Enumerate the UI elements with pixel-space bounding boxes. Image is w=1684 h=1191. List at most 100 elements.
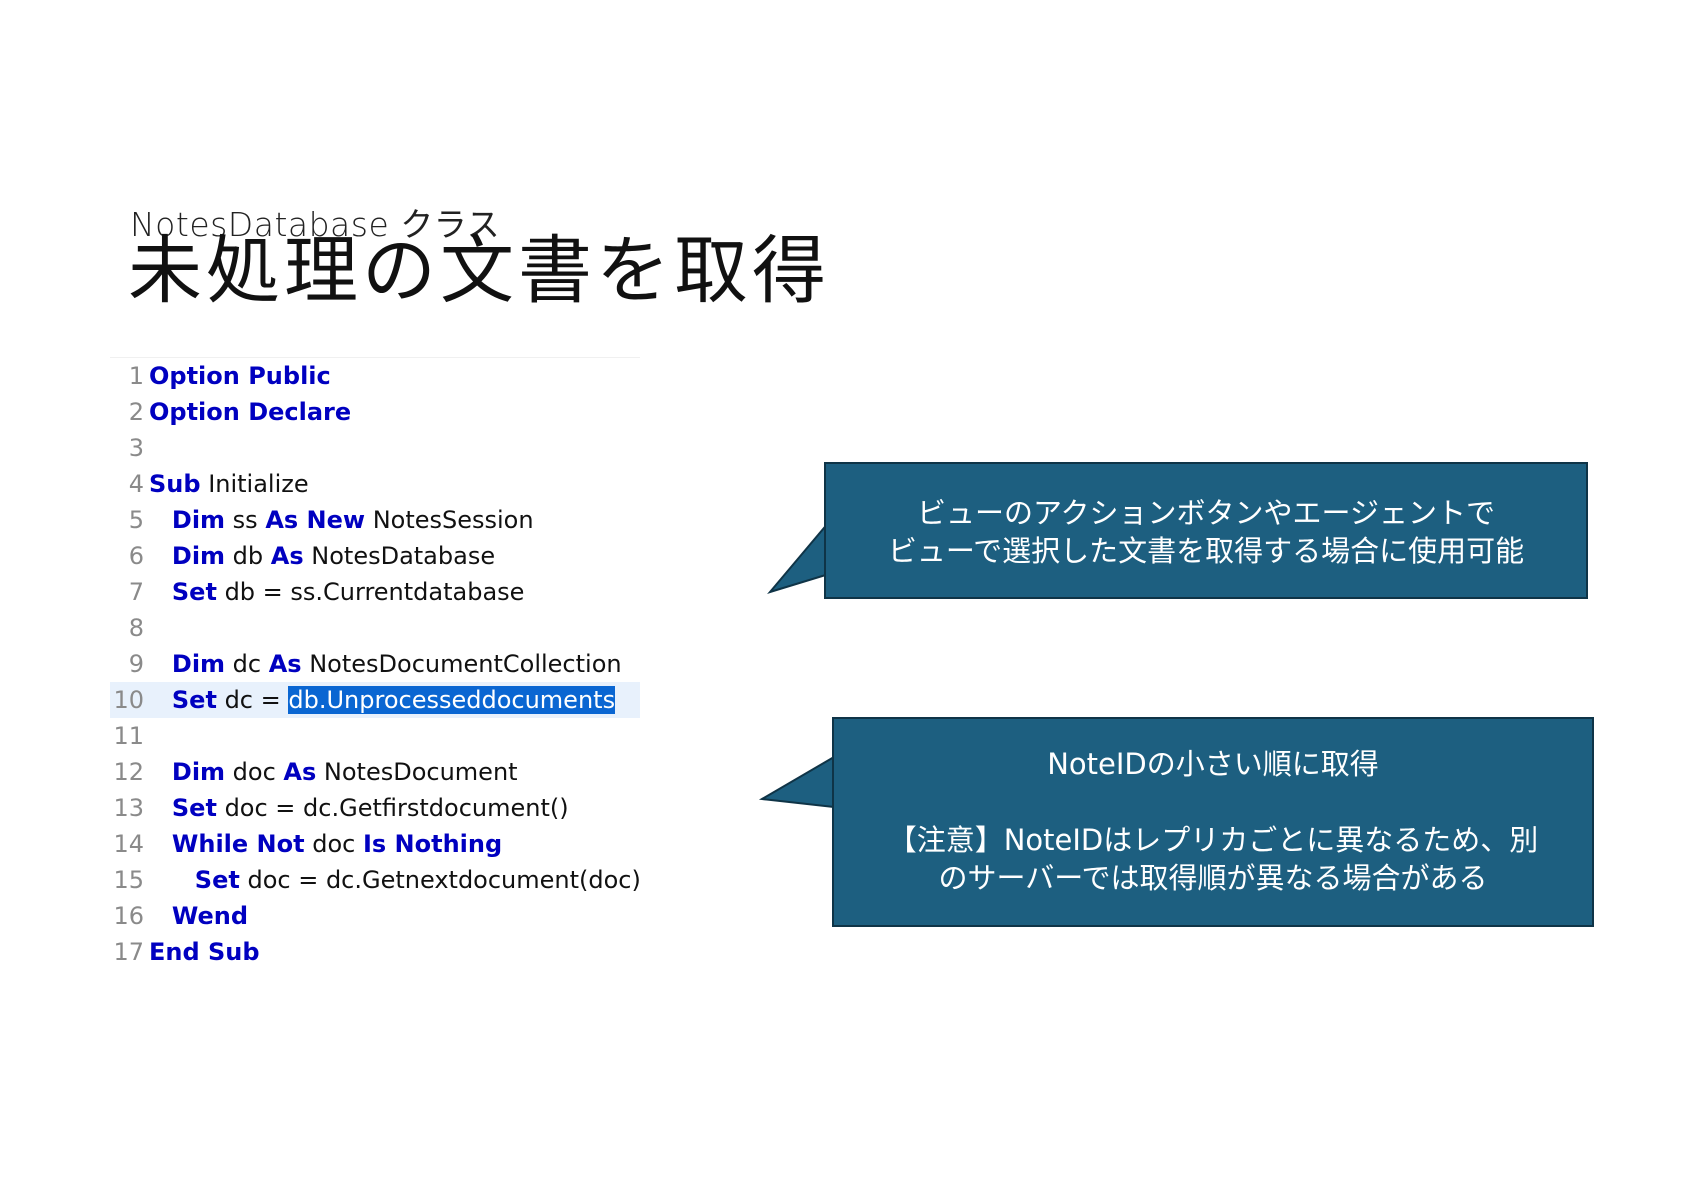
code-keyword: Is Nothing: [362, 830, 503, 858]
code-text[interactable]: Wend: [149, 898, 248, 934]
line-number: 12: [113, 758, 144, 786]
code-editor[interactable]: 1 Option Public 2 Option Declare 3 4 Sub Initi…: [110, 357, 641, 970]
code-keyword: As: [268, 650, 302, 678]
code-line[interactable]: 10 Set dc = db.Unprocesseddocuments: [110, 682, 640, 718]
code-text[interactable]: Dim doc As NotesDocument: [149, 754, 518, 790]
line-number: 2: [128, 398, 144, 426]
code-keyword: Set: [194, 866, 240, 894]
callout-box: ビューのアクションボタンやエージェントで ビューで選択した文書を取得する場合に使…: [824, 462, 1588, 599]
callout-pointer: [767, 519, 830, 594]
code-text[interactable]: Set doc = dc.Getfirstdocument(): [149, 790, 569, 826]
code-text[interactable]: Set dc = db.Unprocesseddocuments: [149, 682, 616, 718]
code-token: db: [225, 542, 271, 570]
line-number: 11: [113, 722, 144, 750]
code-line[interactable]: 2 Option Declare: [110, 394, 640, 430]
code-token: NotesDatabase: [303, 542, 496, 570]
code-line[interactable]: 14 While Not doc Is Nothing: [110, 826, 640, 862]
code-text[interactable]: Dim ss As New NotesSession: [149, 502, 534, 538]
code-text[interactable]: Set doc = dc.Getnextdocument(doc): [149, 862, 641, 898]
code-token: doc: [225, 758, 284, 786]
callout-text-line: ビューで選択した文書を取得する場合に使用可能: [887, 534, 1525, 568]
code-keyword: As New: [265, 506, 366, 534]
line-number: 10: [113, 686, 144, 714]
code-line[interactable]: 17 End Sub: [110, 934, 640, 970]
code-line[interactable]: 6 Dim db As NotesDatabase: [110, 538, 640, 574]
callout-box: NoteIDの小さい順に取得 【注意】NoteIDはレプリカごとに異なるため、別…: [832, 717, 1594, 927]
line-number: 4: [128, 470, 144, 498]
line-number: 5: [128, 506, 144, 534]
code-token: NotesDocumentCollection: [301, 650, 622, 678]
code-keyword: Set: [171, 578, 217, 606]
code-token: NotesDocument: [316, 758, 518, 786]
code-keyword: As: [270, 542, 304, 570]
code-text[interactable]: Dim dc As NotesDocumentCollection: [149, 646, 622, 682]
code-token: doc = dc.Getfirstdocument(): [216, 794, 569, 822]
code-token: ss: [225, 506, 266, 534]
code-keyword: Dim: [171, 506, 226, 534]
code-text[interactable]: End Sub: [149, 934, 260, 970]
code-token: dc: [225, 650, 269, 678]
code-text[interactable]: While Not doc Is Nothing: [149, 826, 502, 862]
code-line[interactable]: 4 Sub Initialize: [110, 466, 640, 502]
code-keyword: Option Public: [149, 362, 331, 390]
line-number: 14: [113, 830, 144, 858]
code-token: Initialize: [200, 470, 309, 498]
code-token: doc: [304, 830, 363, 858]
code-keyword: Dim: [171, 758, 226, 786]
code-keyword: As: [283, 758, 317, 786]
code-text[interactable]: Option Public: [149, 358, 331, 394]
code-line[interactable]: 8: [110, 610, 640, 646]
code-token: doc = dc.Getnextdocument(doc): [239, 866, 641, 894]
code-keyword: Option Declare: [149, 398, 352, 426]
code-text[interactable]: Set db = ss.Currentdatabase: [149, 574, 525, 610]
line-number: 3: [128, 434, 144, 462]
code-token: db = ss.Currentdatabase: [216, 578, 525, 606]
code-line[interactable]: 13 Set doc = dc.Getfirstdocument(): [110, 790, 640, 826]
code-line[interactable]: 9 Dim dc As NotesDocumentCollection: [110, 646, 640, 682]
code-token: NotesSession: [365, 506, 534, 534]
code-keyword: End Sub: [149, 938, 260, 966]
code-token: dc =: [216, 686, 289, 714]
code-keyword: While Not: [171, 830, 305, 858]
line-number: 16: [113, 902, 144, 930]
line-number: 7: [128, 578, 144, 606]
callout-text-line: ビューのアクションボタンやエージェントで: [917, 496, 1495, 530]
line-number: 17: [113, 938, 144, 966]
line-number: 8: [128, 614, 144, 642]
callout-text-line: NoteIDの小さい順に取得: [1047, 747, 1379, 781]
line-number: 1: [128, 362, 144, 390]
line-number: 15: [113, 866, 144, 894]
line-number: 6: [128, 542, 144, 570]
code-line[interactable]: 1 Option Public: [110, 358, 640, 394]
code-keyword: Set: [171, 686, 217, 714]
line-number: 9: [128, 650, 144, 678]
code-selection: db.Unprocesseddocuments: [288, 686, 616, 714]
code-keyword: Wend: [171, 902, 249, 930]
callout-text-line: のサーバーでは取得順が異なる場合がある: [938, 861, 1488, 895]
code-line[interactable]: 15 Set doc = dc.Getnextdocument(doc): [110, 862, 640, 898]
code-line[interactable]: 3: [110, 430, 640, 466]
code-keyword: Sub: [149, 470, 201, 498]
line-number: 13: [113, 794, 144, 822]
code-line[interactable]: 11: [110, 718, 640, 754]
code-line[interactable]: 12 Dim doc As NotesDocument: [110, 754, 640, 790]
code-line[interactable]: 7 Set db = ss.Currentdatabase: [110, 574, 640, 610]
code-line[interactable]: 5 Dim ss As New NotesSession: [110, 502, 640, 538]
code-line[interactable]: 16 Wend: [110, 898, 640, 934]
code-text[interactable]: Option Declare: [149, 394, 351, 430]
code-keyword: Dim: [171, 650, 226, 678]
code-keyword: Dim: [171, 542, 226, 570]
callout-pointer: [758, 755, 835, 809]
code-text[interactable]: Sub Initialize: [149, 466, 309, 502]
code-text[interactable]: Dim db As NotesDatabase: [149, 538, 495, 574]
